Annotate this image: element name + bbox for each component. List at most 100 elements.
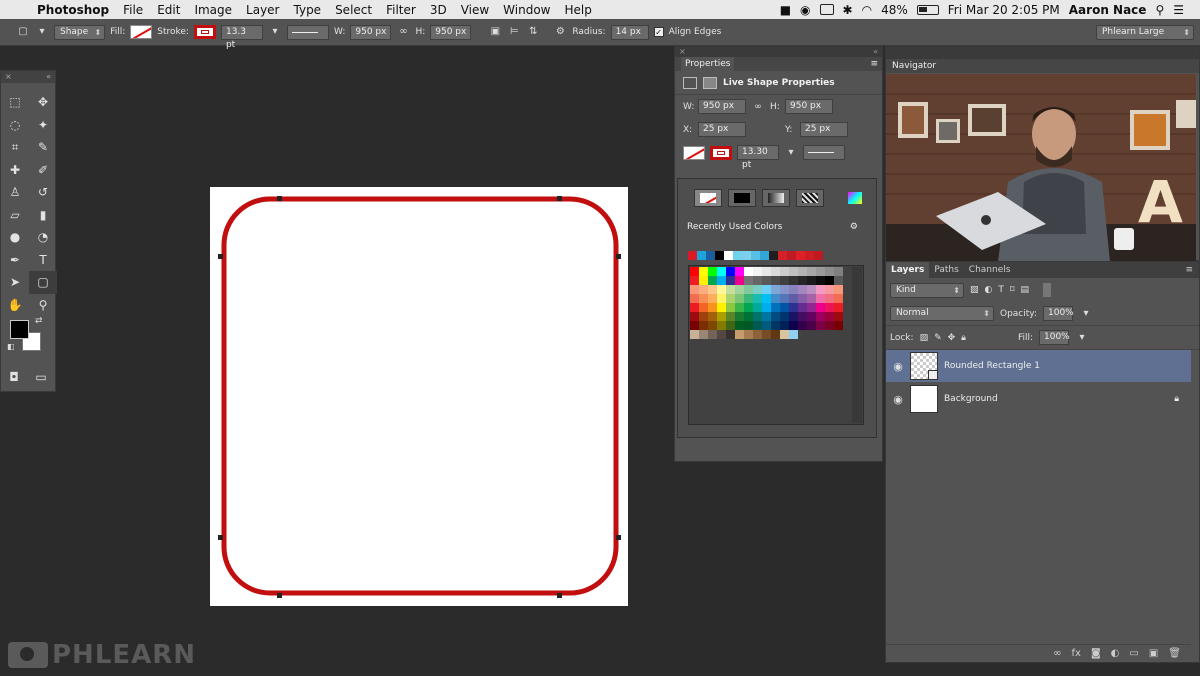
stroke-type-select[interactable]	[286, 24, 329, 40]
filter-type-icon[interactable]: T	[998, 285, 1004, 295]
tab-paths[interactable]: Paths	[929, 262, 963, 278]
color-swatch[interactable]	[771, 267, 780, 276]
color-swatch[interactable]	[807, 285, 816, 294]
dodge-tool-icon[interactable]: ◔	[29, 226, 57, 249]
new-group-icon[interactable]: ▭	[1129, 648, 1138, 659]
menu-window[interactable]: Window	[496, 3, 557, 17]
color-swatch[interactable]	[726, 330, 735, 339]
color-swatch[interactable]	[699, 267, 708, 276]
color-swatch[interactable]	[780, 312, 789, 321]
color-swatch[interactable]	[816, 276, 825, 285]
color-swatch[interactable]	[771, 303, 780, 312]
lasso-tool-icon[interactable]: ◌	[1, 114, 29, 137]
recent-color-swatch[interactable]	[733, 251, 742, 260]
recent-color-swatch[interactable]	[814, 251, 823, 260]
color-swatch[interactable]	[753, 294, 762, 303]
color-swatch[interactable]	[780, 321, 789, 330]
workspace-select[interactable]: Phlearn Large	[1096, 24, 1194, 40]
stroke-swatch[interactable]	[193, 25, 216, 39]
color-swatch[interactable]	[690, 312, 699, 321]
color-swatch[interactable]	[708, 330, 717, 339]
color-swatch[interactable]	[744, 276, 753, 285]
gear-icon[interactable]: ⚙	[850, 222, 858, 232]
recent-color-swatch[interactable]	[805, 251, 814, 260]
color-swatch[interactable]	[708, 276, 717, 285]
layer-row-background[interactable]: ◉ Background 🔒︎	[886, 383, 1191, 415]
color-swatch[interactable]	[798, 276, 807, 285]
stroke-width-dropdown-icon[interactable]: ▾	[784, 147, 798, 159]
color-swatch[interactable]	[726, 285, 735, 294]
camera-icon[interactable]: ■	[780, 3, 791, 17]
height-field[interactable]: 950 px	[430, 24, 472, 40]
color-swatch[interactable]	[690, 321, 699, 330]
prop-x-field[interactable]: 25 px	[698, 122, 746, 137]
color-swatch[interactable]	[762, 285, 771, 294]
gradient-button[interactable]	[762, 189, 790, 207]
color-swatch[interactable]	[834, 321, 843, 330]
recent-color-swatch[interactable]	[688, 251, 697, 260]
color-swatch[interactable]	[690, 303, 699, 312]
color-swatch[interactable]	[690, 330, 699, 339]
color-swatch[interactable]	[726, 303, 735, 312]
color-swatch[interactable]	[717, 285, 726, 294]
color-swatch[interactable]	[735, 294, 744, 303]
color-swatch[interactable]	[753, 267, 762, 276]
tab-properties[interactable]: Properties	[681, 57, 735, 71]
lock-transparent-icon[interactable]: ▨	[920, 333, 929, 343]
tab-navigator[interactable]: Navigator	[886, 59, 1199, 73]
color-swatch[interactable]	[798, 285, 807, 294]
rounded-rectangle-tool-icon[interactable]: ▢	[29, 271, 57, 294]
color-swatch[interactable]	[771, 330, 780, 339]
color-swatch[interactable]	[744, 330, 753, 339]
color-swatch[interactable]	[762, 276, 771, 285]
color-swatch[interactable]	[762, 321, 771, 330]
color-swatch[interactable]	[726, 276, 735, 285]
stroke-width-field[interactable]: 13.3 pt	[220, 24, 263, 50]
recent-color-swatch[interactable]	[697, 251, 706, 260]
color-swatch[interactable]	[789, 312, 798, 321]
screen-mirror-icon[interactable]	[819, 4, 834, 15]
color-swatch[interactable]	[834, 294, 843, 303]
color-swatch[interactable]	[753, 321, 762, 330]
search-icon[interactable]: ⚲	[1155, 3, 1164, 17]
stroke-width-dropdown-icon[interactable]: ▾	[268, 26, 282, 38]
lock-all-icon[interactable]: 🔒︎	[961, 333, 966, 343]
color-swatch[interactable]	[762, 294, 771, 303]
tab-layers[interactable]: Layers	[886, 262, 930, 278]
color-swatch[interactable]	[771, 294, 780, 303]
color-swatch[interactable]	[789, 294, 798, 303]
color-swatch[interactable]	[690, 276, 699, 285]
color-swatch[interactable]	[780, 330, 789, 339]
prop-stroke-width-field[interactable]: 13.30 pt	[737, 145, 779, 170]
blur-tool-icon[interactable]: ●	[1, 226, 29, 249]
wifi-icon[interactable]: ◠	[862, 3, 872, 17]
close-icon[interactable]: ×	[5, 71, 12, 83]
layer-filter-kind-select[interactable]: Kind	[890, 282, 964, 298]
menu-view[interactable]: View	[454, 3, 496, 17]
color-swatch[interactable]	[717, 330, 726, 339]
hand-tool-icon[interactable]: ✋	[1, 294, 29, 317]
color-swatch[interactable]	[771, 276, 780, 285]
color-swatch[interactable]	[699, 321, 708, 330]
type-tool-icon[interactable]: T	[29, 249, 57, 272]
color-swatch[interactable]	[789, 276, 798, 285]
color-swatch[interactable]	[789, 303, 798, 312]
color-swatch[interactable]	[708, 312, 717, 321]
document-canvas[interactable]	[210, 187, 628, 606]
color-swatch[interactable]	[825, 303, 834, 312]
color-swatch[interactable]	[699, 330, 708, 339]
color-swatch[interactable]	[816, 285, 825, 294]
color-swatch[interactable]	[825, 285, 834, 294]
adjustment-layer-icon[interactable]: ◐	[1111, 648, 1120, 659]
tab-channels[interactable]: Channels	[964, 262, 1016, 278]
recent-color-swatch[interactable]	[787, 251, 796, 260]
color-swatch[interactable]	[780, 276, 789, 285]
color-swatch[interactable]	[753, 312, 762, 321]
prop-y-field[interactable]: 25 px	[800, 122, 848, 137]
default-colors-icon[interactable]: ◧	[7, 342, 15, 351]
color-swatch[interactable]	[834, 285, 843, 294]
color-swatch[interactable]	[699, 294, 708, 303]
no-color-button[interactable]	[694, 189, 722, 207]
recent-color-swatch[interactable]	[778, 251, 787, 260]
menu-3d[interactable]: 3D	[423, 3, 454, 17]
